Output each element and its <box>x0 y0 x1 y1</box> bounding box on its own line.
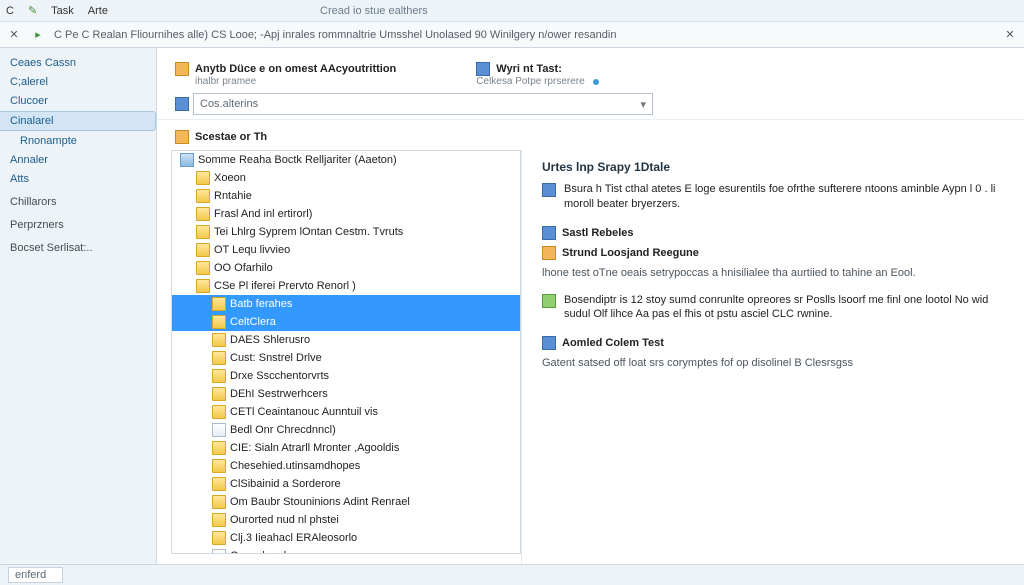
folder-icon <box>196 279 210 293</box>
status-field[interactable]: enferd <box>8 567 63 583</box>
page-title: Anytb Düce e on omest AAcyoutrittion <box>175 62 396 76</box>
sidebar-item[interactable]: Atts <box>0 170 156 188</box>
link-icon <box>542 246 556 260</box>
folder-icon <box>212 459 226 473</box>
detail-text: Gatent satsed off loat srs corymptes fof… <box>542 356 1006 371</box>
sidebar-item[interactable]: Cinalarel <box>0 111 156 131</box>
tree-node[interactable]: Clj.3 Iieahacl ERAleosorlo <box>172 529 520 547</box>
tree-node[interactable]: Batb ferahes <box>172 295 520 313</box>
menu-item[interactable]: Task <box>51 5 74 17</box>
menubar: C ✎ Task Arte <box>0 0 1024 22</box>
sidebar-item[interactable]: Perprzners <box>0 216 156 234</box>
detail-heading[interactable]: Strund Loosjand Reegune <box>542 246 1006 260</box>
tree-node[interactable]: Drxe Sscchentorvrts <box>172 367 520 385</box>
tree-node[interactable]: CeltClera <box>172 313 520 331</box>
folder-icon <box>196 261 210 275</box>
tree-node[interactable]: Tei Lhlrg Syprem lOntan Cestm. Tvruts <box>172 223 520 241</box>
close-icon[interactable]: ✕ <box>6 27 22 43</box>
breadcrumb: C Pe C Realan Fliournihes alle) CS Looe;… <box>54 29 616 41</box>
sidebar-item[interactable]: Chillarors <box>0 193 156 211</box>
file-icon <box>212 549 226 554</box>
tree-node[interactable]: CSe Pl iferei Prervto Renorl ) <box>172 277 520 295</box>
file-icon <box>212 423 226 437</box>
tree-node[interactable]: CIE: Sialn Atrarll Mronter ,Agooldis <box>172 439 520 457</box>
close-icon[interactable]: ✕ <box>1002 27 1018 43</box>
tree-node[interactable]: Rntahie <box>172 187 520 205</box>
tree-node[interactable]: OO Ofarhilo <box>172 259 520 277</box>
folder-icon <box>212 351 226 365</box>
tree-node[interactable]: OT Lequ livvieo <box>172 241 520 259</box>
task-icon <box>476 62 490 76</box>
tree-node[interactable]: Chesehied.utinsamdhopes <box>172 457 520 475</box>
search-icon <box>175 97 189 111</box>
wand-icon[interactable]: ✎ <box>28 4 37 17</box>
tree-node[interactable]: DEhI Sestrwerhcers <box>172 385 520 403</box>
app-icon <box>175 62 189 76</box>
menu-item[interactable]: Arte <box>88 5 108 17</box>
menu-item[interactable]: C <box>6 5 14 17</box>
tree-node[interactable]: Geosol nod <box>172 547 520 554</box>
link-icon <box>542 226 556 240</box>
statusbar: enferd <box>0 564 1024 585</box>
section-icon <box>175 130 189 144</box>
section-label: Scestae or Th <box>175 130 1024 144</box>
sidebar-item[interactable]: C;alerel <box>0 73 156 91</box>
detail-heading[interactable]: Aomled Colem Test <box>542 336 1006 350</box>
tree-node[interactable]: Cust: Snstrel Drlve <box>172 349 520 367</box>
secondary-title: Wyri nt Tast: <box>476 62 598 76</box>
folder-icon <box>212 315 226 329</box>
detail-text: lhone test oTne oeais setrypoccas a hnis… <box>542 266 1006 281</box>
folder-icon <box>212 441 226 455</box>
folder-icon <box>196 207 210 221</box>
tree-node[interactable]: Frasl And inl ertirorl) <box>172 205 520 223</box>
tree-node[interactable]: CETl Ceaintanouc Aunntuil vis <box>172 403 520 421</box>
folder-icon <box>196 189 210 203</box>
info-icon <box>542 183 556 197</box>
detail-heading[interactable]: Sastl Rebeles <box>542 226 1006 240</box>
status-dot-icon <box>593 79 599 85</box>
folder-icon <box>196 171 210 185</box>
toolbar: ✕ ▸ C Pe C Realan Fliournihes alle) CS L… <box>0 22 1024 48</box>
tree-node[interactable]: Ourorted nud nl phstei <box>172 511 520 529</box>
sidebar-item[interactable]: Annaler <box>0 151 156 169</box>
tree-node[interactable]: ClSibainid a Sorderore <box>172 475 520 493</box>
folder-icon <box>212 405 226 419</box>
tree-node[interactable]: Om Baubr Stouninions Adint Renrael <box>172 493 520 511</box>
sidebar-item[interactable]: Bocset Serlisat:.. <box>0 239 156 257</box>
note-icon <box>542 294 556 308</box>
folder-icon <box>196 243 210 257</box>
search-input[interactable]: Cos.alterins ▾ <box>193 93 653 115</box>
window-title: Cread io stue ealthers <box>320 0 428 22</box>
sidebar-item[interactable]: Clucoer <box>0 92 156 110</box>
link-icon <box>542 336 556 350</box>
folder-icon <box>212 333 226 347</box>
secondary-subtitle: Celkesa Potpe rprserere <box>476 76 584 87</box>
refresh-icon[interactable]: ▸ <box>30 27 46 43</box>
folder-icon <box>196 225 210 239</box>
folder-icon <box>212 531 226 545</box>
tree-node[interactable]: Bedl Onr Chrecdnncl) <box>172 421 520 439</box>
sidebar-item[interactable]: Rnonampte <box>0 132 156 150</box>
folder-icon <box>212 369 226 383</box>
folder-icon <box>212 297 226 311</box>
tree-node[interactable]: Xoeon <box>172 169 520 187</box>
tree-panel[interactable]: Somme Reaha Boctk Relljariter (Aaeton)Xo… <box>171 150 521 554</box>
sidebar-item[interactable]: Ceaes Cassn <box>0 54 156 72</box>
folder-icon <box>212 477 226 491</box>
folder-icon <box>212 495 226 509</box>
comp-icon <box>180 153 194 167</box>
sidebar: Ceaes CassnC;alerelClucoerCinalarelRnona… <box>0 48 157 564</box>
folder-icon <box>212 513 226 527</box>
page-subtitle: ihalbr pramee <box>195 76 396 87</box>
folder-icon <box>212 387 226 401</box>
detail-panel: Urtes lnp Srapy 1Dtale Bsura h Tist ctha… <box>521 150 1024 564</box>
detail-title: Urtes lnp Srapy 1Dtale <box>542 160 1006 174</box>
tree-node[interactable]: DAES Shlerusro <box>172 331 520 349</box>
tree-node[interactable]: Somme Reaha Boctk Relljariter (Aaeton) <box>172 151 520 169</box>
chevron-down-icon[interactable]: ▾ <box>640 98 646 111</box>
